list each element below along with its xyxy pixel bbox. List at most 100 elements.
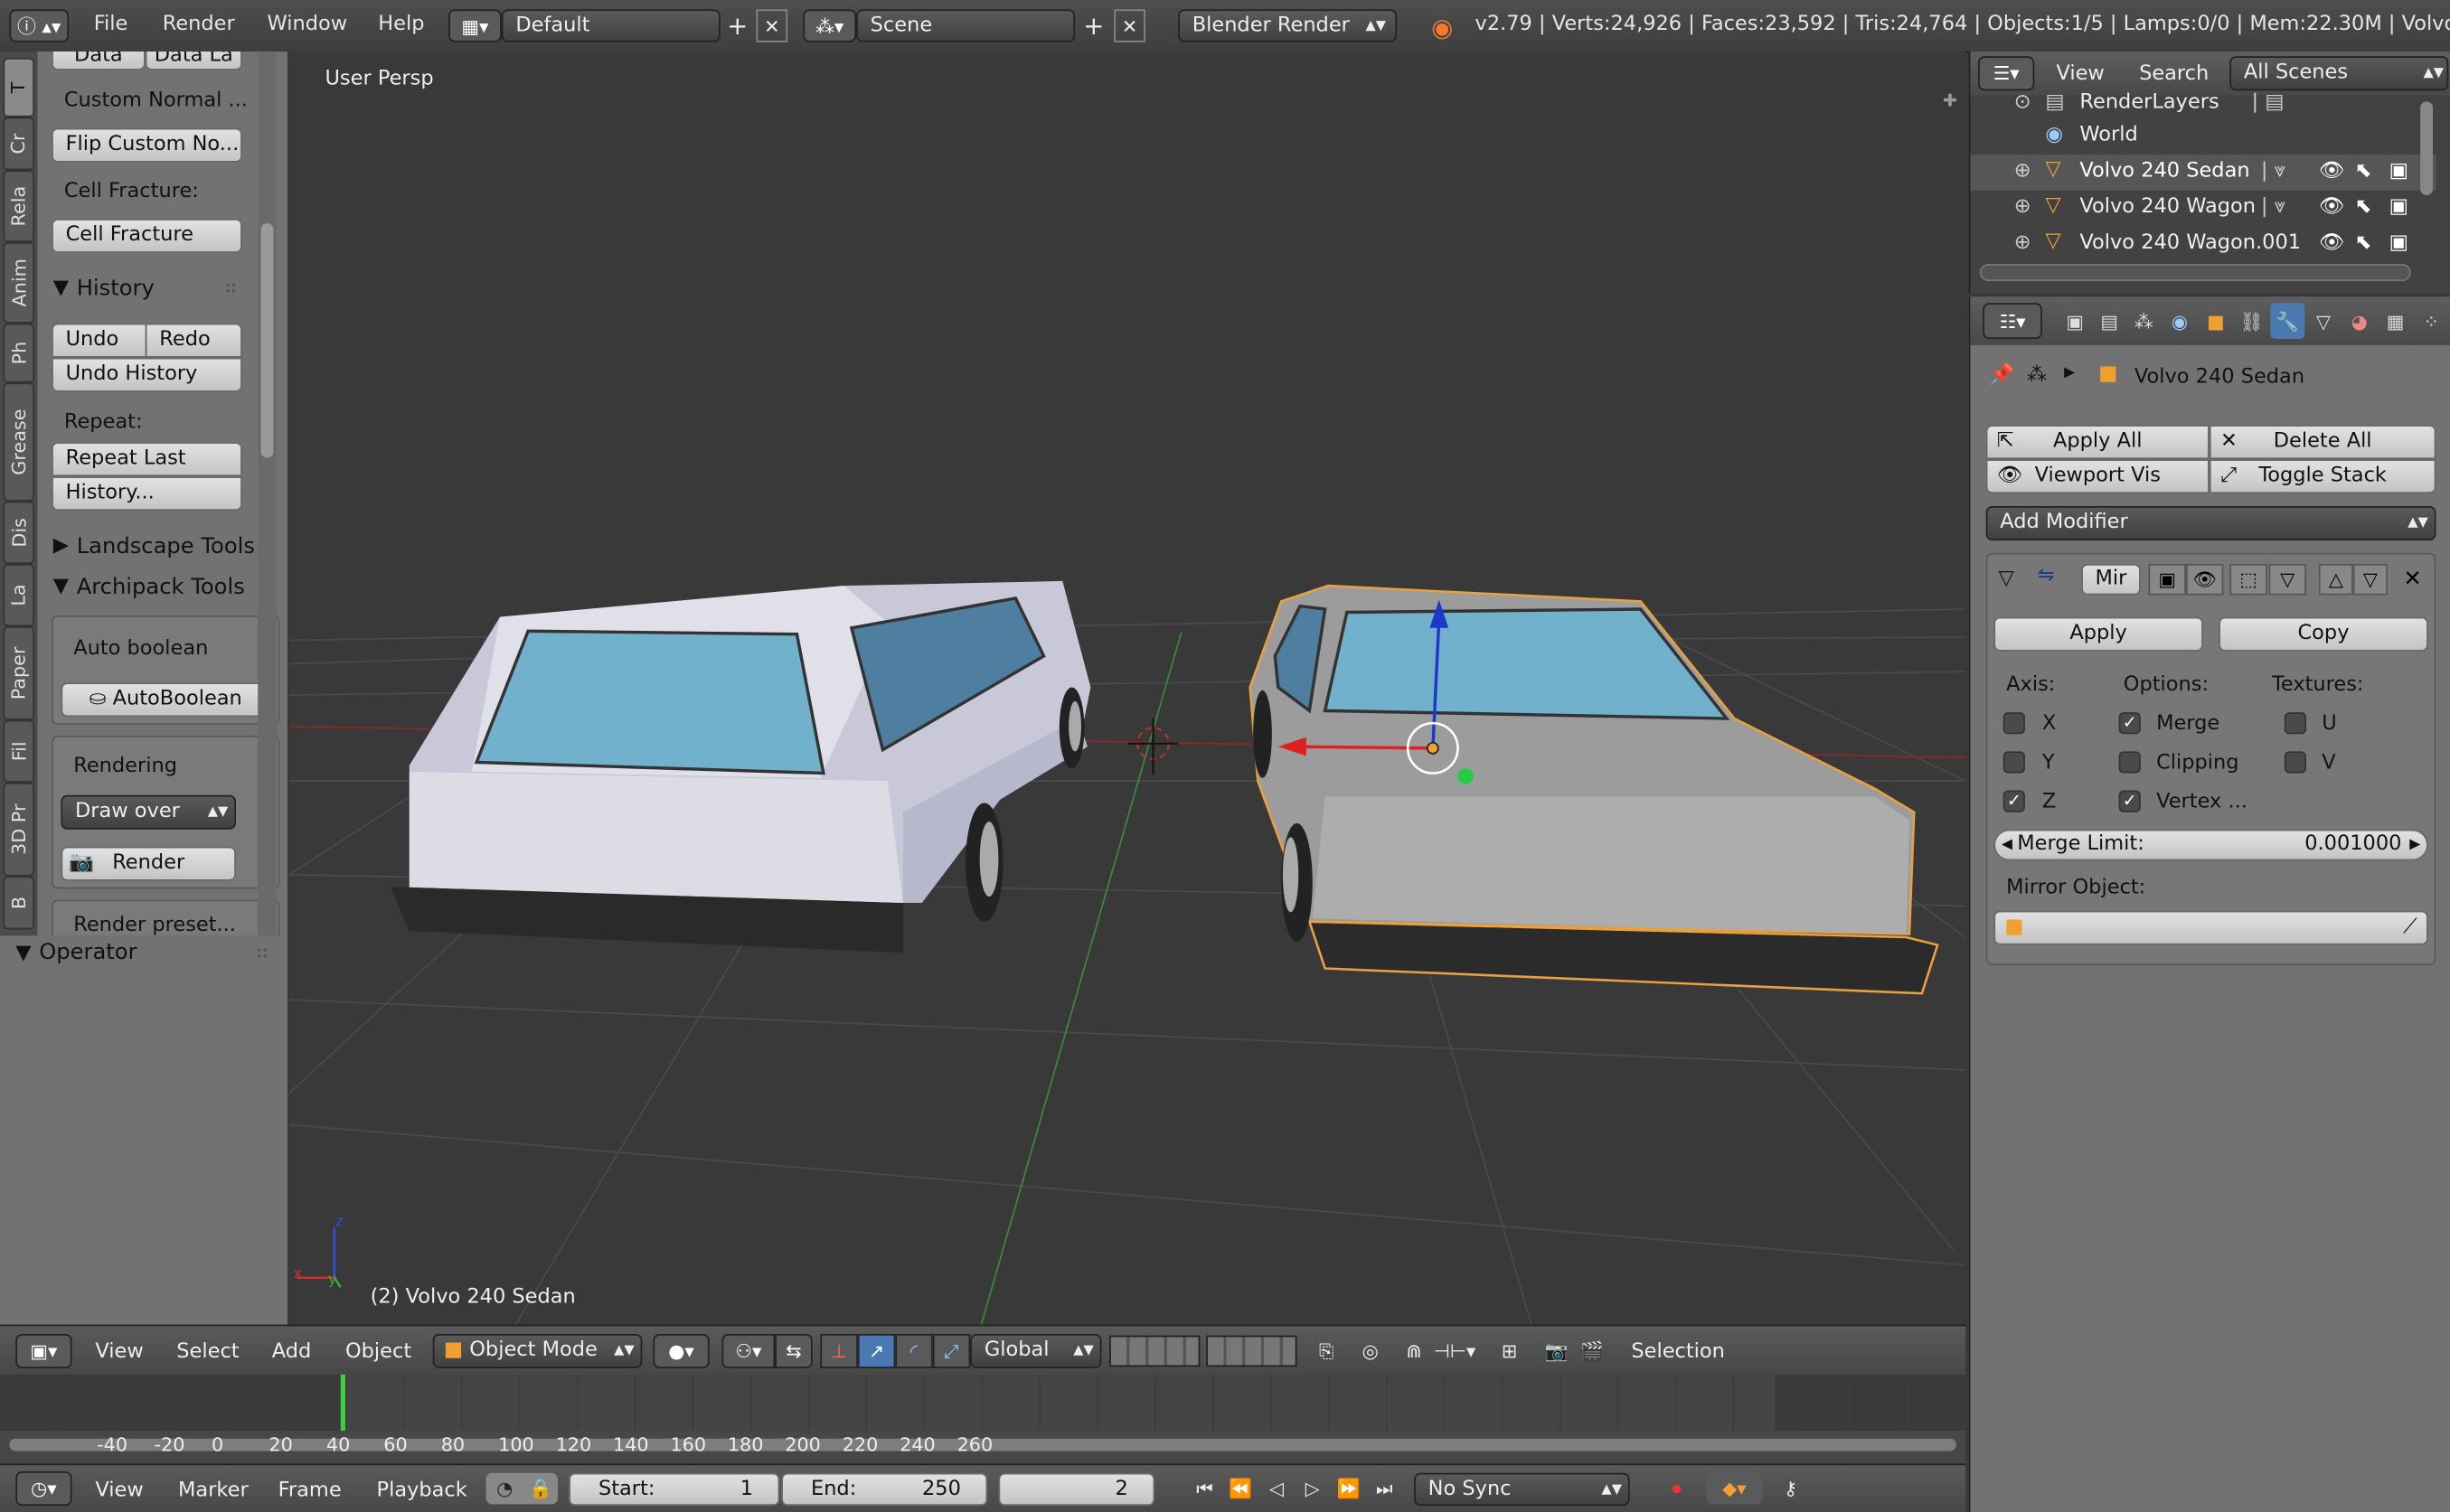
tab-la[interactable]: La (3, 563, 35, 627)
cage-toggle-icon[interactable]: ▽ (2268, 563, 2307, 596)
redo-button[interactable]: Redo (145, 323, 242, 358)
renderable-camera-icon[interactable]: ▣ (2389, 195, 2408, 219)
layers-grid-a-icon[interactable] (1109, 1335, 1201, 1367)
timeline-menu-frame[interactable]: Frame (278, 1479, 342, 1503)
menu-add[interactable]: Add (272, 1340, 312, 1364)
visibility-eye-icon[interactable]: 👁 (2319, 159, 2345, 183)
operator-panel-title[interactable]: Operator (39, 940, 137, 965)
axis-y-checkbox[interactable] (2002, 751, 2025, 774)
merge-checkbox[interactable]: ✓ (2118, 712, 2141, 735)
texture-u-checkbox[interactable] (2284, 712, 2307, 735)
viewport-toggle-icon[interactable]: 👁 (2185, 563, 2224, 596)
render-animation-icon[interactable]: 🎬 (1575, 1336, 1609, 1367)
outliner-expand-icon[interactable]: ⊙ (2014, 90, 2031, 114)
visibility-eye-icon[interactable]: 👁 (2319, 231, 2345, 255)
undo-history-button[interactable]: Undo History (52, 357, 242, 392)
lock-camera-icon[interactable]: ⎘ (1309, 1336, 1343, 1367)
modifiers-wrench-icon[interactable]: 🔧 (2270, 303, 2305, 340)
timeline-menu-marker[interactable]: Marker (178, 1479, 249, 1503)
layers-grid-b-icon[interactable] (1206, 1335, 1297, 1367)
outliner-vertical-scrollbar[interactable] (2420, 101, 2433, 196)
tab-relations[interactable]: Rela (3, 170, 35, 242)
render-layers-tab-icon[interactable]: ▤ (2092, 303, 2126, 339)
scene-tab-icon[interactable]: ⁂ (2126, 303, 2161, 339)
3d-viewport[interactable]: User Persp (2) Volvo 240 Sedan z x y ✚ (288, 52, 1966, 1325)
drag-handle-icon[interactable]: ⠶ (255, 942, 269, 965)
scale-manipulator-icon[interactable]: ⤢ (932, 1333, 971, 1368)
remove-modifier-icon[interactable]: ✕ (2397, 564, 2428, 596)
increment-arrow-icon[interactable]: ▶ (2409, 831, 2420, 859)
proportional-edit-icon[interactable]: ◎ (1353, 1336, 1388, 1367)
timeline-editor-icon[interactable]: ◷▾ (15, 1471, 72, 1507)
menu-file[interactable]: File (94, 13, 128, 36)
render-preset-label[interactable]: Render preset... (73, 914, 236, 935)
snap-element-icon[interactable]: ⊣⊢▾ (1433, 1336, 1476, 1367)
add-scene-icon[interactable]: + (1079, 9, 1110, 42)
merge-limit-field[interactable]: ◀ Merge Limit: 0.001000 ▶ (1993, 829, 2428, 861)
modifier-name-field[interactable]: Mir (2081, 563, 2141, 596)
selectable-cursor-icon[interactable]: ⬉ (2355, 231, 2372, 255)
close-layout-icon[interactable]: ✕ (756, 9, 788, 42)
jump-keyframe-back-icon[interactable]: ⏪ (1223, 1473, 1258, 1505)
timeline-menu-playback[interactable]: Playback (377, 1479, 467, 1503)
keying-set-icon[interactable]: ◆▾ (1706, 1472, 1763, 1505)
archipack-tools-panel[interactable]: Archipack Tools (77, 575, 245, 600)
history-panel-title[interactable]: History (77, 277, 155, 302)
menu-window[interactable]: Window (268, 13, 348, 36)
translate-arrow-icon[interactable]: ↗ (857, 1333, 896, 1368)
selectable-cursor-icon[interactable]: ⬉ (2355, 159, 2372, 183)
decrement-arrow-icon[interactable]: ◀ (2002, 831, 2012, 859)
tab-physics[interactable]: Ph (3, 323, 35, 383)
tab-b[interactable]: B (3, 876, 35, 930)
translate-manipulator-icon[interactable]: ⊥ (820, 1333, 858, 1368)
move-down-icon[interactable]: ▽ (2352, 563, 2388, 596)
scrollbar-thumb[interactable] (260, 223, 274, 458)
add-modifier-dropdown[interactable]: Add Modifier ▴▾ (1985, 505, 2436, 540)
tab-animation[interactable]: Anim (3, 241, 35, 324)
mirror-object-field[interactable]: ■ ⟋ (1993, 910, 2428, 945)
outliner-row-volvo-sedan[interactable]: ⊕ ▽ Volvo 240 Sedan | ⩔ 👁 ⬉ ▣ (1970, 155, 2436, 191)
viewport-vis-button[interactable]: 👁 Viewport Vis (1985, 459, 2210, 494)
layout-icon[interactable]: ▦▾ (448, 9, 502, 42)
landscape-tools-panel[interactable]: Landscape Tools (77, 534, 255, 559)
renderable-camera-icon[interactable]: ▣ (2389, 231, 2408, 255)
delete-all-button[interactable]: ✕ Delete All (2209, 425, 2436, 460)
scene-field[interactable]: Scene (856, 9, 1076, 42)
snap-target-icon[interactable]: ⊞ (1493, 1336, 1527, 1367)
tab-display[interactable]: Dis (3, 501, 35, 564)
data-tab-button[interactable]: Data (52, 52, 146, 70)
object-tab-icon[interactable]: ■ (2199, 303, 2233, 339)
tab-grease-pencil[interactable]: Grease (3, 382, 35, 502)
tab-3d-print[interactable]: 3D Pr (3, 782, 35, 877)
axis-x-checkbox[interactable] (2002, 712, 2025, 735)
world-tab-icon[interactable]: ◉ (2163, 303, 2197, 339)
pin-icon[interactable]: 📌 (1989, 364, 2014, 388)
current-frame-field[interactable]: 2 (998, 1472, 1155, 1507)
snap-magnet-icon[interactable]: ⋒ (1397, 1336, 1431, 1367)
jump-keyframe-forward-icon[interactable]: ⏩ (1332, 1473, 1366, 1505)
pivot-point-icon[interactable]: ⚇▾ (721, 1333, 776, 1368)
viewport-split-corner-icon[interactable]: ✚ (1939, 89, 1961, 111)
editor-type-icon[interactable]: ▣▾ (15, 1333, 72, 1368)
render-camera-icon[interactable]: 📷 (1539, 1336, 1573, 1367)
outliner-expand-icon[interactable]: ⊕ (2014, 195, 2031, 219)
properties-editor-icon[interactable]: ☷▾ (1983, 303, 2042, 340)
data-tab-icon[interactable]: ▽ (2306, 303, 2341, 339)
cell-fracture-button[interactable]: Cell Fracture (52, 218, 242, 253)
layout-field[interactable]: Default (501, 9, 721, 42)
move-up-icon[interactable]: △ (2318, 563, 2353, 596)
visibility-eye-icon[interactable]: 👁 (2319, 195, 2345, 219)
sync-mode-dropdown[interactable]: No Sync ▴▾ (1414, 1472, 1630, 1507)
repeat-last-button[interactable]: Repeat Last (52, 442, 242, 477)
undo-button[interactable]: Undo (52, 323, 147, 358)
jump-end-icon[interactable]: ⏭ (1367, 1473, 1401, 1505)
data-layers-tab-button[interactable]: Data La (145, 52, 242, 70)
editmode-toggle-icon[interactable]: ⬚ (2229, 563, 2267, 596)
toggle-stack-button[interactable]: ⤢ Toggle Stack (2209, 459, 2436, 494)
lock-icon[interactable]: 🔒 (523, 1472, 559, 1505)
current-frame-marker[interactable] (340, 1374, 345, 1432)
close-scene-icon[interactable]: ✕ (1114, 9, 1145, 42)
drag-handle-icon[interactable]: ⠶ (223, 277, 238, 300)
tool-shelf-scrollbar[interactable] (258, 52, 277, 936)
eyedropper-icon[interactable]: ⟋ (2403, 912, 2417, 944)
